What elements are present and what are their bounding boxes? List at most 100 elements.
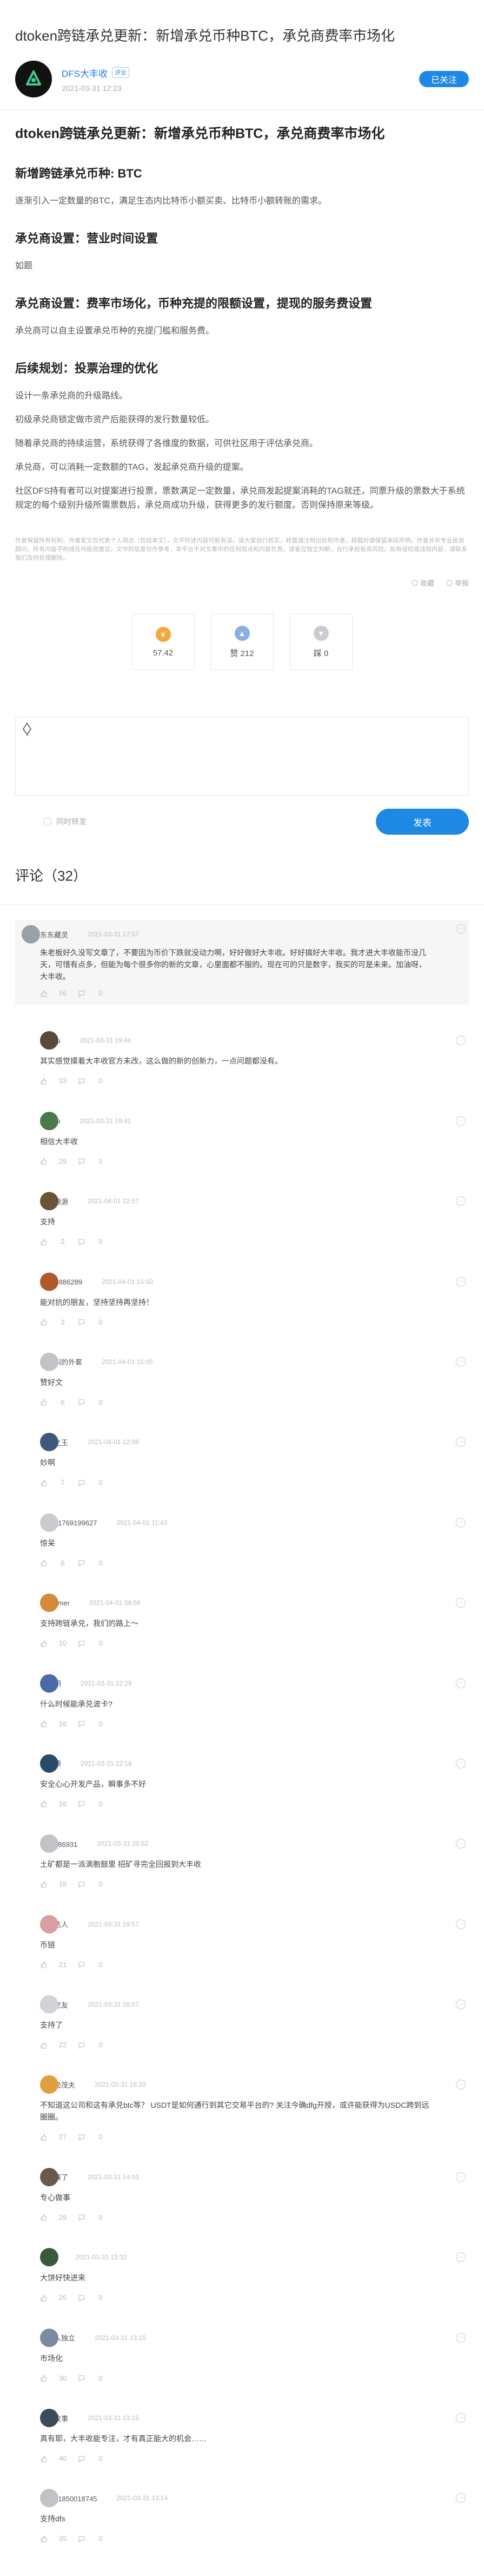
dislike-button[interactable]: ▼ 踩 0 <box>289 614 353 670</box>
like-button[interactable]: ▲ 赞 212 <box>210 614 274 670</box>
avatar[interactable] <box>22 925 40 943</box>
thumbs-up-icon[interactable] <box>40 2213 48 2221</box>
thumbs-up-icon[interactable] <box>40 989 48 997</box>
like-count: 40 <box>58 2454 67 2463</box>
thumbs-up-icon[interactable] <box>40 1880 48 1888</box>
comment-text: 安全心心开发产品，瞬事多不好 <box>40 1779 146 1788</box>
reply-icon[interactable] <box>78 1479 85 1486</box>
more-icon[interactable]: ⋯ <box>456 1678 466 1688</box>
more-icon[interactable]: ⋯ <box>456 2172 466 2182</box>
reply-icon[interactable] <box>78 1961 85 1969</box>
avatar[interactable] <box>40 1594 58 1613</box>
more-icon[interactable]: ⋯ <box>456 2000 466 2010</box>
avatar[interactable] <box>40 1674 58 1693</box>
comment-actions: 29 0 <box>40 1157 469 1165</box>
thumbs-up-icon[interactable] <box>40 1800 48 1807</box>
comment-author[interactable]: 东东藏灵 <box>40 929 68 940</box>
avatar[interactable] <box>40 1352 58 1371</box>
more-icon[interactable]: ⋯ <box>456 1919 466 1929</box>
avatar[interactable] <box>40 2248 58 2267</box>
like-count: 6 <box>61 1558 65 1567</box>
more-icon[interactable]: ⋯ <box>456 1276 466 1287</box>
more-icon[interactable]: ⋯ <box>456 1517 466 1528</box>
comment-body: 东瞬瞬 2021-03-31 22:16 ⋯ 安全心心开发产品，瞬事多不好 16… <box>40 1754 469 1808</box>
more-icon[interactable]: ⋯ <box>456 1116 466 1126</box>
thumbs-up-icon[interactable] <box>40 1720 48 1727</box>
more-icon[interactable]: ⋯ <box>456 1758 466 1768</box>
thumbs-up-icon[interactable] <box>40 1559 48 1566</box>
thumbs-up-icon[interactable] <box>40 2041 48 2049</box>
comment-actions: 30 0 <box>40 2374 469 2382</box>
thumbs-up-icon[interactable] <box>40 2535 48 2542</box>
thumbs-up-icon[interactable] <box>40 1157 48 1165</box>
thumbs-up-icon[interactable] <box>40 2455 48 2462</box>
avatar[interactable] <box>40 1192 58 1211</box>
reply-icon[interactable] <box>78 1720 85 1728</box>
more-icon[interactable]: ⋯ <box>456 2413 466 2423</box>
follow-button[interactable]: 已关注 <box>419 71 469 87</box>
tip-button[interactable]: ¥ 57.42 <box>131 614 195 670</box>
avatar[interactable] <box>40 1272 58 1291</box>
like-count: 16 <box>58 1719 67 1728</box>
avatar[interactable] <box>40 1915 58 1933</box>
reply-icon[interactable] <box>78 1318 85 1326</box>
thumbs-up-icon[interactable] <box>40 1398 48 1406</box>
thumbs-up-icon[interactable] <box>40 1961 48 1968</box>
comment-header: 莱瓦脸茂夫 2021-03-31 16:33 <box>40 2075 469 2094</box>
thumbs-up-icon[interactable] <box>40 1238 48 1246</box>
thumbs-up-icon[interactable] <box>40 1479 48 1486</box>
more-icon[interactable]: ⋯ <box>456 924 466 934</box>
more-icon[interactable]: ⋯ <box>456 2332 466 2343</box>
more-icon[interactable]: ⋯ <box>456 1598 466 1608</box>
like-count: 27 <box>58 2133 67 2141</box>
author-name[interactable]: DFS大丰收 <box>62 66 108 80</box>
collect-button[interactable]: 收藏 <box>412 578 434 588</box>
reply-icon[interactable] <box>78 1640 85 1647</box>
thumbs-up-icon[interactable] <box>40 1318 48 1326</box>
reply-icon[interactable] <box>78 2455 85 2462</box>
avatar[interactable] <box>40 2167 58 2186</box>
thumbs-up-icon[interactable] <box>40 2294 48 2302</box>
comment-time: 2021-03-31 22:29 <box>81 1679 132 1687</box>
reply-icon[interactable] <box>78 1880 85 1888</box>
comment-body: 蓝英老友 2021-03-31 18:07 ⋯ 支持了 22 0 <box>40 1995 469 2049</box>
avatar[interactable] <box>40 2409 58 2428</box>
reply-icon[interactable] <box>78 2041 85 2049</box>
reply-icon[interactable] <box>78 1157 85 1165</box>
reply-icon[interactable] <box>78 1398 85 1406</box>
comment-input[interactable] <box>15 717 469 796</box>
reply-icon[interactable] <box>78 2294 85 2302</box>
reply-icon[interactable] <box>78 1559 85 1567</box>
thumbs-up-icon[interactable] <box>40 2374 48 2382</box>
reply-icon[interactable] <box>78 1800 85 1808</box>
like-count: 33 <box>58 1077 67 1085</box>
report-button[interactable]: 举报 <box>446 578 469 588</box>
avatar[interactable] <box>40 2328 58 2347</box>
more-icon[interactable]: ⋯ <box>456 1356 466 1367</box>
reply-icon[interactable] <box>78 1077 85 1085</box>
comment-body: 深水故事 2021-03-31 13:15 ⋯ 真有耶，大丰收能专注，才有真正能… <box>40 2409 469 2462</box>
reply-icon[interactable] <box>78 989 85 997</box>
reply-icon[interactable] <box>78 2213 85 2221</box>
avatar[interactable] <box>40 1754 58 1773</box>
avatar[interactable] <box>40 1111 58 1130</box>
reply-icon[interactable] <box>78 2535 85 2542</box>
thumbs-up-icon[interactable] <box>40 1077 48 1085</box>
thumbs-up-icon[interactable] <box>40 1640 48 1647</box>
avatar[interactable] <box>40 1513 58 1532</box>
reply-icon[interactable] <box>78 1238 85 1246</box>
author-avatar[interactable] <box>15 61 52 97</box>
reply-icon[interactable] <box>78 2374 85 2382</box>
send-button[interactable]: 发表 <box>376 809 469 835</box>
avatar[interactable] <box>40 1995 58 2014</box>
paragraph: 逐渐引入一定数量的BTC，满足生态内比特币小额买卖、比特币小额转账的需求。 <box>15 196 327 206</box>
comment-actions: 56 0 <box>40 989 439 997</box>
like-count: 29 <box>58 2213 67 2221</box>
comment-time: 2021-03-31 22:16 <box>81 1759 132 1767</box>
article-body: 新增跨链承兑币种: BTC 逐渐引入一定数量的BTC，满足生态内比特币小额买卖、比… <box>15 165 469 513</box>
forward-checkbox[interactable]: 同时转发 <box>43 816 87 827</box>
comment-time: 2021-03-31 13:15 <box>95 2334 146 2342</box>
reply-icon[interactable] <box>78 2133 85 2141</box>
reply-count: 0 <box>98 1157 103 1165</box>
thumbs-up-icon[interactable] <box>40 2133 48 2141</box>
